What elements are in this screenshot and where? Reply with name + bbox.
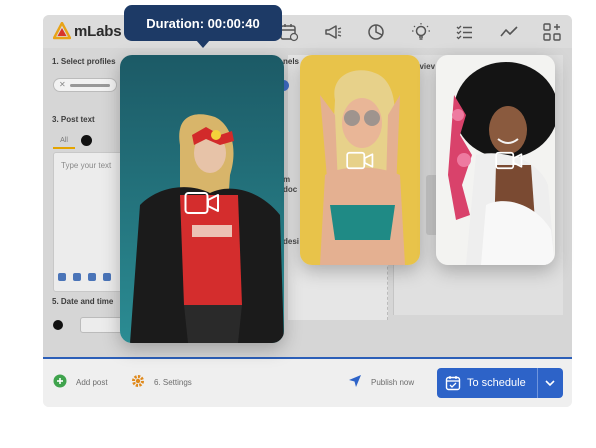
tiktok-tab-icon[interactable] [81,135,92,146]
post-text-placeholder: Type your text [61,161,112,170]
calendar-icon[interactable] [279,22,299,42]
video-camera-icon [184,192,219,214]
button-divider [537,368,538,398]
mid-label-1: m [283,175,291,184]
video-camera-icon [495,151,523,170]
stage: mLabs 1. Select profiles ✕ 3. Post text … [0,0,596,448]
tab-all[interactable]: All [53,137,75,149]
profile-name-placeholder [70,84,110,87]
to-schedule-label: To schedule [467,377,526,389]
grid-plus-icon[interactable] [542,22,562,42]
duration-text: Duration: 00:00:40 [146,15,260,31]
video-card-2[interactable] [300,55,420,265]
bottom-action-bar: Add post 6. Settings Publish now To sche… [43,359,572,407]
mlabs-logo-icon [53,22,71,40]
select-profiles-label: 1. Select profiles [52,57,116,66]
post-text-area[interactable]: Type your text [53,152,123,292]
video-card-1[interactable] [120,55,284,343]
calendar-check-icon [445,376,461,391]
chevron-down-icon[interactable] [543,376,557,390]
top-navigation-bar: mLabs [43,15,572,48]
editor-toolbar [58,273,111,281]
close-icon[interactable]: ✕ [59,80,66,89]
logo-text: mLabs [74,22,122,40]
megaphone-icon[interactable] [323,22,343,42]
hashtag-icon[interactable] [88,273,96,281]
link-icon[interactable] [73,273,81,281]
tiktok-icon [53,320,63,330]
trend-line-icon[interactable] [499,22,519,42]
document-icon[interactable] [103,273,111,281]
channels-label: nels [283,57,300,66]
to-schedule-button[interactable]: To schedule [437,368,563,398]
profile-chip[interactable]: ✕ [53,78,117,92]
post-text-label: 3. Post text [52,115,95,124]
send-icon[interactable] [348,374,362,388]
mid-label-2: doc [283,185,298,194]
video-card-3[interactable] [436,55,555,265]
gear-icon[interactable] [131,374,145,388]
date-input[interactable] [80,317,124,333]
duration-tooltip: Duration: 00:00:40 [124,5,282,41]
mid-label-3: desi [283,237,300,246]
publish-now-button[interactable]: Publish now [371,378,414,387]
tooltip-arrow [196,40,210,48]
date-time-label: 5. Date and time [52,297,114,306]
checklist-icon[interactable] [455,22,475,42]
add-post-icon[interactable] [53,374,67,388]
logo[interactable]: mLabs [53,22,122,40]
pie-chart-icon[interactable] [366,22,386,42]
video-camera-icon [346,151,374,170]
lightbulb-icon[interactable] [411,22,431,42]
settings-button[interactable]: 6. Settings [154,378,192,387]
add-post-button[interactable]: Add post [76,378,108,387]
magic-wand-icon[interactable] [58,273,66,281]
